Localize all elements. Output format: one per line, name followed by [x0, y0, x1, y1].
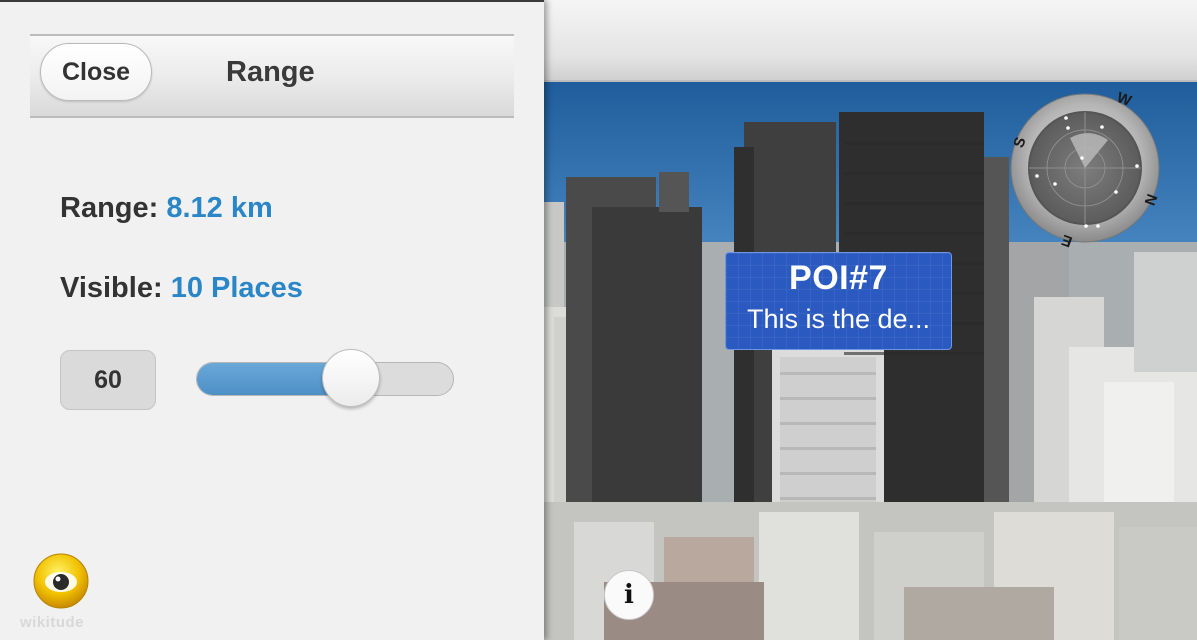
wikitude-eye-icon	[32, 552, 90, 610]
radar-compass[interactable]: W S N E	[1010, 86, 1160, 256]
visible-label: Visible:	[60, 272, 163, 304]
info-button[interactable]: i	[604, 570, 654, 620]
range-label: Range:	[60, 192, 159, 224]
range-value: 8.12 km	[166, 192, 273, 224]
visible-value: 10 Places	[170, 272, 303, 304]
visible-row: Visible: 10 Places	[60, 272, 303, 305]
poi-label[interactable]: POI#7 This is the de...	[725, 252, 952, 350]
close-button[interactable]: Close	[40, 43, 152, 101]
ar-top-bar	[544, 0, 1197, 82]
poi-description: This is the de...	[746, 304, 931, 334]
range-row: Range: 8.12 km	[60, 192, 273, 225]
range-slider-thumb[interactable]	[321, 349, 380, 407]
range-value-field[interactable]: 60	[60, 350, 156, 410]
panel-header: Close Range	[30, 34, 514, 118]
wikitude-logo-text: wikitude	[20, 614, 85, 631]
panel-title: Range	[226, 56, 315, 88]
poi-title: POI#7	[789, 259, 888, 297]
range-panel: Close Range Range: 8.12 km Visible: 10 P…	[0, 0, 544, 640]
range-slider[interactable]	[196, 349, 454, 407]
